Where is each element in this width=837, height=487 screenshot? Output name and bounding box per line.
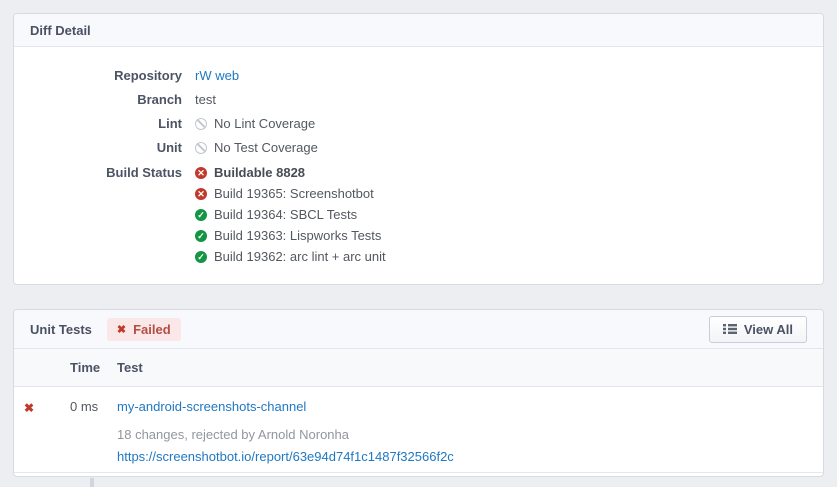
check-circle-icon: ✓ — [195, 209, 207, 221]
failed-x-icon: ✖ — [23, 401, 34, 415]
repository-link[interactable]: rW web — [195, 64, 239, 88]
timeline-stem — [90, 478, 94, 487]
build-item: ✕ Buildable 8828 — [195, 162, 386, 183]
build-item: ✓ Build 19364: SBCL Tests — [195, 204, 386, 225]
view-all-label: View All — [744, 322, 793, 337]
unit-tests-title: Unit Tests — [30, 322, 92, 337]
report-url-link[interactable]: https://screenshotbot.io/report/63e94d74… — [117, 449, 454, 465]
build-item: ✕ Build 19365: Screenshotbot — [195, 183, 386, 204]
build-name: Build 19363: Lispworks Tests — [214, 225, 381, 246]
property-row-repository: Repository rW web — [14, 64, 823, 88]
column-header-time: Time — [70, 360, 117, 375]
check-circle-icon: ✓ — [195, 230, 207, 242]
build-name: Build 19365: Screenshotbot — [214, 183, 374, 204]
lint-label: Lint — [14, 112, 195, 136]
build-status-label: Build Status — [14, 162, 195, 267]
diff-detail-title: Diff Detail — [30, 23, 91, 38]
table-header: Time Test — [14, 349, 823, 387]
build-list: ✕ Buildable 8828 ✕ Build 19365: Screensh… — [195, 162, 386, 267]
failed-badge-label: Failed — [133, 322, 171, 337]
build-name: Build 19362: arc lint + arc unit — [214, 246, 386, 267]
build-name: Build 19364: SBCL Tests — [214, 204, 357, 225]
column-header-test: Test — [117, 360, 823, 375]
table-row: ✖ 0 ms my-android-screenshots-channel 18… — [14, 387, 823, 473]
times-circle-icon: ✕ — [195, 188, 207, 200]
test-detail-text: 18 changes, rejected by Arnold Noronha — [117, 427, 807, 443]
unit-label: Unit — [14, 136, 195, 160]
property-row-build-status: Build Status ✕ Buildable 8828 ✕ Build 19… — [14, 162, 823, 267]
circle-slash-icon — [195, 118, 207, 130]
failed-status-badge: ✖ Failed — [107, 318, 181, 341]
build-item: ✓ Build 19362: arc lint + arc unit — [195, 246, 386, 267]
property-row-unit: Unit No Test Coverage — [14, 136, 823, 160]
property-list: Repository rW web Branch test Lint No Li… — [14, 47, 823, 267]
lint-value: No Lint Coverage — [214, 112, 315, 136]
unit-value: No Test Coverage — [214, 136, 318, 160]
property-row-lint: Lint No Lint Coverage — [14, 112, 823, 136]
x-icon: ✖ — [117, 323, 126, 336]
unit-tests-header: Unit Tests ✖ Failed View All — [14, 310, 823, 349]
check-circle-icon: ✓ — [195, 251, 207, 263]
times-circle-icon: ✕ — [195, 167, 207, 179]
view-all-button[interactable]: View All — [709, 316, 807, 343]
diff-detail-header: Diff Detail — [14, 14, 823, 47]
diff-detail-panel: Diff Detail Repository rW web Branch tes… — [13, 13, 824, 285]
branch-label: Branch — [14, 88, 195, 112]
test-time: 0 ms — [70, 387, 117, 472]
page: Diff Detail Repository rW web Branch tes… — [0, 0, 837, 487]
build-name: Buildable 8828 — [214, 162, 305, 183]
circle-slash-icon — [195, 142, 207, 154]
unit-tests-panel: Unit Tests ✖ Failed View All Time Test ✖ — [13, 309, 824, 477]
test-name-link[interactable]: my-android-screenshots-channel — [117, 399, 306, 415]
list-icon — [723, 323, 737, 335]
repository-label: Repository — [14, 64, 195, 88]
branch-value: test — [195, 88, 216, 112]
build-item: ✓ Build 19363: Lispworks Tests — [195, 225, 386, 246]
property-row-branch: Branch test — [14, 88, 823, 112]
